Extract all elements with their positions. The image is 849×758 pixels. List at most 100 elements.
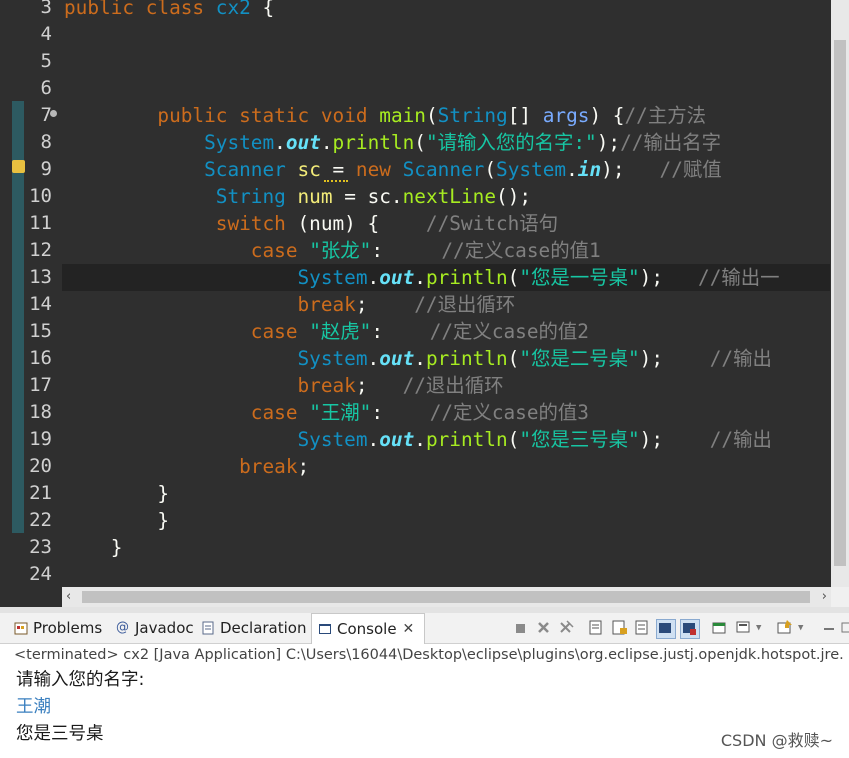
tab-label: Javadoc [135,619,194,637]
code-token: out [379,266,415,289]
watermark: CSDN @救赎~ [720,731,833,750]
word-wrap-icon[interactable] [634,619,652,637]
code-token: //定义case的值1 [441,239,601,262]
code-text: } [64,480,169,507]
console-icon [318,622,332,636]
breakpoint-marker-icon [50,110,57,117]
code-token: ); [639,428,710,451]
remove-launch-icon[interactable] [535,619,553,637]
code-token: println [425,266,508,289]
tab-console[interactable]: Console ✕ [311,613,425,644]
warning-icon[interactable] [12,160,25,173]
chevron-down-icon[interactable]: ▼ [756,619,774,637]
line-number: 3 [40,0,52,18]
tab-javadoc[interactable]: @ Javadoc [116,613,194,643]
line-number: 12 [29,239,52,261]
code-token: "请输入您的名字:" [425,131,597,154]
code-token: out [285,131,321,154]
tab-label: Problems [33,619,103,637]
code-token: System [297,347,368,370]
code-token: "赵虎" [309,320,372,343]
pin-console-icon[interactable] [711,619,729,637]
code-token: out [379,347,415,370]
code-token: ) { [589,104,625,127]
code-token: ; [297,455,310,478]
scroll-right-icon[interactable]: › [822,589,827,604]
close-icon[interactable]: ✕ [403,621,415,637]
code-token: main [379,104,426,127]
code-token: String [437,104,508,127]
editor-vertical-scrollbar[interactable] [831,0,849,587]
code-token: ( [507,266,520,289]
tab-label: Console [337,620,397,638]
clear-console-icon[interactable] [588,619,606,637]
code-line: 19 System.out.println("您是三号桌"); //输出 [0,426,830,453]
display-console-icon[interactable] [735,619,753,637]
code-token: public [64,0,135,19]
code-token: "您是三号桌" [519,428,640,451]
code-token: ( [507,428,520,451]
line-number: 22 [29,509,52,531]
code-token: println [425,347,508,370]
remove-all-icon[interactable] [557,619,575,637]
scroll-lock-icon[interactable] [611,619,629,637]
code-line: 22 } [0,507,830,534]
code-token: in [577,158,602,181]
sc-underline [324,178,348,182]
code-token: //Switch语句 [425,212,559,235]
terminate-icon[interactable] [512,619,530,637]
code-text: } [64,507,169,534]
code-token: //定义case的值2 [429,320,589,343]
tab-problems[interactable]: Problems [14,613,102,643]
scroll-corner [831,587,849,607]
code-token: . [390,185,403,208]
code-token: //输出名字 [620,131,722,154]
code-token: . [367,347,380,370]
minimize-icon[interactable] [820,619,838,637]
console-line: 王潮 [16,697,51,717]
code-token: : [371,401,430,424]
line-number: 6 [40,77,52,99]
javadoc-icon: @ [116,620,129,635]
code-editor[interactable]: 3 public class cx2 {4 5 6 7 public static vo… [0,0,849,587]
code-token: Scanner [402,158,485,181]
code-token: ); [639,266,699,289]
scroll-left-icon[interactable]: ‹ [66,589,71,604]
code-token: ); [596,131,621,154]
code-text: System.out.println("您是三号桌"); //输出 [64,426,771,453]
line-number: 4 [40,23,52,45]
code-text: switch (num) { //Switch语句 [64,210,558,237]
code-line: 14 break; //退出循环 [0,291,830,318]
code-token: System [297,428,368,451]
scrollbar-thumb[interactable] [834,40,846,566]
code-token: System [297,266,368,289]
line-number: 7 [40,104,52,126]
show-stderr-icon[interactable] [680,619,700,639]
code-token: : [371,239,442,262]
line-number: 24 [29,563,52,585]
code-text: case "张龙": //定义case的值1 [64,237,601,264]
chevron-down-icon[interactable]: ▼ [798,619,816,637]
code-token: break [239,455,298,478]
code-token: ; [355,374,403,397]
code-token: String [215,185,286,208]
code-token: } [64,509,170,532]
line-number: 5 [40,50,52,72]
scrollbar-thumb[interactable] [82,591,810,603]
show-stdout-icon[interactable] [656,619,676,639]
editor-horizontal-scrollbar[interactable]: ‹ › [62,587,831,607]
tab-declaration[interactable]: Declaration [201,613,306,643]
code-token: "张龙" [309,239,372,262]
code-text: System.out.println("您是一号桌"); //输出一 [64,264,779,291]
maximize-icon[interactable] [840,619,849,637]
code-token: { [250,0,275,19]
code-token: println [332,131,415,154]
code-token: sc [297,158,321,181]
code-token: //定义case的值3 [429,401,589,424]
open-console-icon[interactable] [776,619,794,637]
